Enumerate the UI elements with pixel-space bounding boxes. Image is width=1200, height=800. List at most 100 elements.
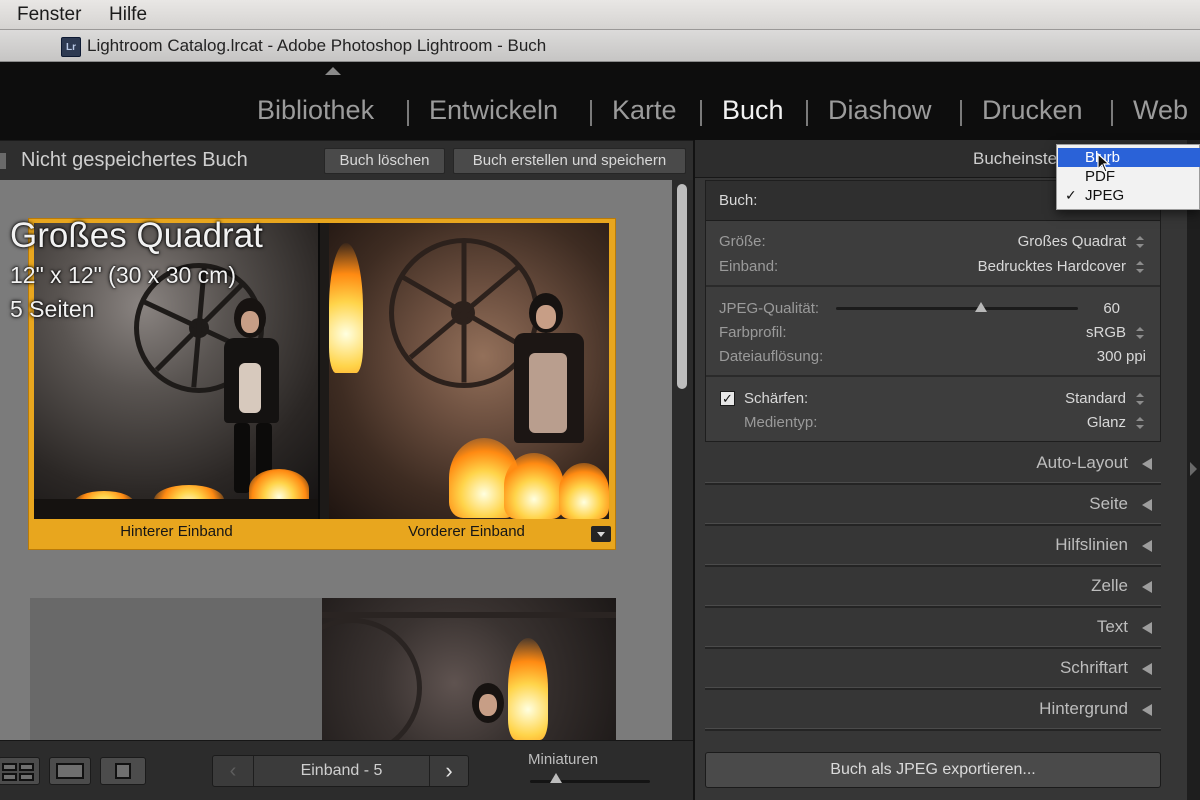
book-size-title: Großes Quadrat (10, 216, 263, 255)
chevron-right-icon[interactable]: › (430, 756, 468, 786)
color-profile-stepper-icon[interactable] (1135, 327, 1145, 341)
book-settings-title: Bucheinste (973, 149, 1058, 168)
module-separator (590, 100, 592, 126)
lightroom-app-icon: Lr (61, 37, 81, 57)
sharpen-checkbox[interactable]: ✓ (720, 391, 735, 406)
section-auto-layout[interactable]: Auto-Layout (705, 444, 1161, 485)
module-tab-diashow[interactable]: Diashow (828, 95, 932, 126)
jpeg-quality-slider-knob[interactable] (975, 302, 988, 312)
sharpen-label: Schärfen: (744, 390, 809, 407)
single-page-view-button[interactable] (100, 757, 146, 785)
size-stepper-icon[interactable] (1135, 236, 1145, 250)
back-cover-label: Hinterer Einband (120, 523, 233, 540)
thumbnail-size-slider[interactable] (530, 780, 650, 783)
canvas-scrollbar[interactable] (672, 180, 693, 740)
section-text[interactable]: Text (705, 608, 1161, 649)
spread-view-button[interactable] (49, 757, 91, 785)
grid-view-icon (2, 763, 17, 771)
binding-select[interactable]: Bedrucktes Hardcover (978, 258, 1126, 275)
export-book-jpeg-button[interactable]: Buch als JPEG exportieren... (705, 752, 1161, 788)
photo-detail (529, 353, 567, 433)
media-type-stepper-icon[interactable] (1135, 417, 1145, 431)
photo-detail (504, 453, 564, 519)
binding-label: Einband: (719, 258, 779, 275)
expand-arrow-icon (1142, 622, 1152, 634)
book-canvas[interactable]: Hinterer Einband Vorderer Einband Großes… (0, 180, 672, 740)
checkmark-icon: ✓ (1065, 187, 1077, 203)
photo-detail (34, 499, 319, 519)
module-tab-karte[interactable]: Karte (612, 95, 677, 126)
popup-item-blurb[interactable]: Blurb (1058, 148, 1200, 167)
book-name: Nicht gespeichertes Buch (21, 149, 248, 171)
module-tab-bibliothek[interactable]: Bibliothek (257, 95, 374, 126)
menu-fenster[interactable]: Fenster (17, 4, 81, 26)
section-label: Hilfslinien (1055, 535, 1128, 554)
module-tab-entwickeln[interactable]: Entwickeln (429, 95, 558, 126)
grid-view-icon (2, 773, 17, 781)
popup-item-label: JPEG (1085, 187, 1125, 204)
module-separator (407, 100, 409, 126)
window-title: Lightroom Catalog.lrcat - Adobe Photosho… (87, 36, 547, 55)
photo-detail (479, 694, 497, 716)
photo-detail (322, 612, 616, 618)
cover-options-dropdown-icon[interactable] (591, 526, 611, 542)
page-photo[interactable] (322, 598, 616, 740)
book-dimensions: 12" x 12" (30 x 30 cm) (10, 262, 236, 288)
create-and-save-book-button[interactable]: Buch erstellen und speichern (453, 148, 686, 174)
section-label: Zelle (1091, 576, 1128, 595)
expand-arrow-icon (1142, 540, 1152, 552)
section-hilfslinien[interactable]: Hilfslinien (705, 526, 1161, 567)
multi-page-view-button[interactable] (0, 757, 40, 785)
color-profile-select[interactable]: sRGB (1086, 324, 1126, 341)
section-hintergrund[interactable]: Hintergrund (705, 690, 1161, 731)
size-label: Größe: (719, 233, 766, 250)
page-indicator: Einband - 5 (300, 762, 383, 779)
front-cover-photo[interactable] (329, 223, 609, 519)
menu-bar: Fenster Hilfe (0, 0, 1200, 30)
file-resolution-value[interactable]: 300 ppi (1097, 348, 1146, 365)
collapse-top-panel-icon[interactable] (325, 67, 341, 75)
module-separator (700, 100, 702, 126)
delete-book-button[interactable]: Buch löschen (324, 148, 445, 174)
book-header: Nicht gespeichertes Buch Buch löschen Bu… (0, 140, 693, 180)
popup-item-jpeg[interactable]: ✓ JPEG (1058, 186, 1200, 205)
chevron-left-icon[interactable]: ‹ (213, 756, 253, 786)
collapse-right-panel-icon[interactable] (1190, 462, 1197, 476)
menu-hilfe[interactable]: Hilfe (109, 4, 147, 26)
sharpen-stepper-icon[interactable] (1135, 393, 1145, 407)
section-zelle[interactable]: Zelle (705, 567, 1161, 608)
section-divider (705, 728, 1161, 731)
canvas-scroll-thumb[interactable] (677, 184, 687, 389)
thumbnail-size-slider-knob[interactable] (550, 773, 563, 783)
file-resolution-label: Dateiauflösung: (719, 348, 824, 365)
section-schriftart[interactable]: Schriftart (705, 649, 1161, 690)
book-marker (0, 153, 6, 169)
module-separator (806, 100, 808, 126)
media-type-label: Medientyp: (744, 414, 818, 431)
popup-item-pdf[interactable]: PDF (1058, 167, 1200, 186)
photo-detail (559, 463, 609, 519)
book-settings-panel: Buch: Größe: Großes Quadrat Einband: Bed… (705, 180, 1161, 442)
expand-arrow-icon (1142, 581, 1152, 593)
photo-detail (241, 311, 259, 333)
jpeg-quality-value[interactable]: 60 (1103, 300, 1120, 317)
media-type-select[interactable]: Glanz (1087, 414, 1126, 431)
module-tab-web[interactable]: Web (1133, 95, 1188, 126)
section-label: Text (1096, 617, 1128, 636)
sharpen-select[interactable]: Standard (1065, 390, 1126, 407)
single-page-icon (115, 763, 131, 779)
module-tab-drucken[interactable]: Drucken (982, 95, 1083, 126)
module-separator (1111, 100, 1113, 126)
photo-detail (508, 638, 548, 740)
jpeg-quality-slider[interactable] (836, 307, 1078, 310)
section-seite[interactable]: Seite (705, 485, 1161, 526)
binding-stepper-icon[interactable] (1135, 261, 1145, 275)
expand-arrow-icon (1142, 704, 1152, 716)
title-bar: Lr Lightroom Catalog.lrcat - Adobe Photo… (0, 30, 1200, 62)
module-tab-buch[interactable]: Buch (722, 95, 784, 126)
size-select[interactable]: Großes Quadrat (1018, 233, 1126, 250)
expand-arrow-icon (1142, 499, 1152, 511)
section-label: Schriftart (1059, 658, 1128, 677)
page-blank[interactable] (30, 598, 322, 740)
cover-gap (319, 223, 329, 519)
